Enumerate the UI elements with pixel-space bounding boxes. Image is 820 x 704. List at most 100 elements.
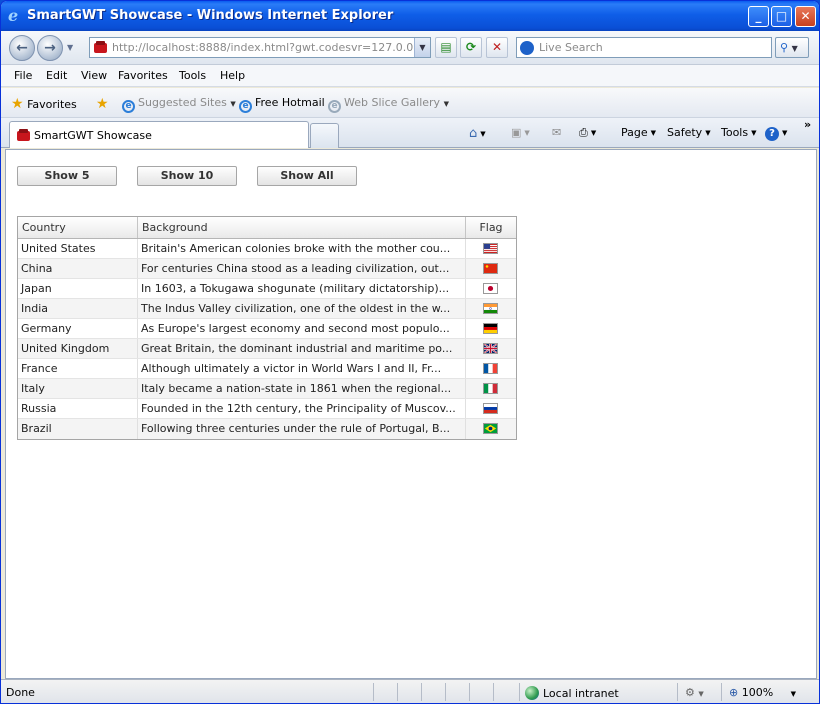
- cell-country: Russia: [18, 399, 138, 418]
- rss-feed-icon: ▣: [511, 126, 522, 139]
- lock-icon: ⚙: [685, 686, 695, 699]
- favorites-button[interactable]: ★ Favorites: [11, 96, 77, 112]
- site-favicon-icon: [17, 129, 30, 141]
- show-10-button[interactable]: Show 10: [137, 166, 237, 186]
- favorites-star-icon: ★: [11, 96, 24, 112]
- zoom-button[interactable]: ⊕ 100% ▼: [729, 686, 796, 699]
- home-button[interactable]: ⌂ ▼: [469, 126, 486, 141]
- browser-window: e SmartGWT Showcase - Windows Internet E…: [0, 0, 820, 704]
- table-row[interactable]: Japan In 1603, a Tokugawa shogunate (mili…: [18, 279, 516, 299]
- search-placeholder: Live Search: [539, 41, 603, 54]
- address-dropdown-icon[interactable]: ▼: [414, 38, 430, 57]
- flag-cn-icon: [483, 263, 498, 274]
- back-button[interactable]: ←: [9, 35, 35, 61]
- read-mail-button[interactable]: ✉: [552, 126, 561, 139]
- cell-country: India: [18, 299, 138, 318]
- new-tab-button[interactable]: [310, 123, 339, 148]
- menu-tools[interactable]: Tools: [179, 69, 206, 82]
- cell-background: The Indus Valley civilization, one of th…: [138, 299, 466, 318]
- cell-background: Great Britain, the dominant industrial a…: [138, 339, 466, 358]
- ie-logo-icon: e: [8, 7, 18, 23]
- menu-bar: File Edit View Favorites Tools Help: [1, 65, 819, 87]
- address-toolbar: ← → ▼ http://localhost:8888/index.html?g…: [1, 31, 819, 65]
- tab-smartgwt-showcase[interactable]: SmartGWT Showcase: [9, 121, 309, 148]
- safety-menu[interactable]: Safety ▼: [667, 126, 711, 139]
- home-icon: ⌂: [469, 126, 478, 141]
- more-commands-chevron[interactable]: »: [804, 118, 811, 131]
- table-row[interactable]: China For centuries China stood as a lead…: [18, 259, 516, 279]
- ie-page-icon: e: [328, 100, 341, 113]
- cell-background: Following three centuries under the rule…: [138, 419, 466, 439]
- add-to-favorites-bar-button[interactable]: ★: [96, 96, 109, 112]
- column-header-background[interactable]: Background: [138, 217, 466, 238]
- table-row[interactable]: Germany As Europe's largest economy and s…: [18, 319, 516, 339]
- cell-background: Italy became a nation-state in 1861 when…: [138, 379, 466, 398]
- search-icon: ⚲: [780, 41, 789, 54]
- menu-file[interactable]: File: [14, 69, 32, 82]
- window-title: SmartGWT Showcase - Windows Internet Exp…: [27, 8, 394, 23]
- cell-country: France: [18, 359, 138, 378]
- web-slice-gallery-link[interactable]: e Web Slice Gallery ▼: [328, 96, 449, 113]
- table-row[interactable]: Russia Founded in the 12th century, the P…: [18, 399, 516, 419]
- table-row[interactable]: Brazil Following three centuries under th…: [18, 419, 516, 439]
- table-row[interactable]: France Although ultimately a victor in Wo…: [18, 359, 516, 379]
- menu-edit[interactable]: Edit: [46, 69, 67, 82]
- table-row[interactable]: Italy Italy became a nation-state in 1861…: [18, 379, 516, 399]
- table-row[interactable]: United States Britain's American colonies…: [18, 239, 516, 259]
- show-5-button[interactable]: Show 5: [17, 166, 117, 186]
- maximize-button[interactable]: □: [771, 6, 792, 27]
- flag-br-icon: [483, 423, 498, 434]
- close-button[interactable]: ✕: [795, 6, 816, 27]
- refresh-icon[interactable]: ⟳: [460, 37, 482, 58]
- column-header-country[interactable]: Country: [18, 217, 138, 238]
- cell-flag: [466, 259, 516, 278]
- search-options-dropdown-icon[interactable]: ▼: [792, 44, 798, 53]
- favorites-bar: ★ Favorites ★ e Suggested Sites ▼ e Free H…: [1, 88, 819, 118]
- title-bar: e SmartGWT Showcase - Windows Internet E…: [1, 1, 819, 31]
- stop-icon[interactable]: ✕: [486, 37, 508, 58]
- search-input[interactable]: Live Search: [516, 37, 772, 58]
- cell-country: China: [18, 259, 138, 278]
- recent-pages-dropdown-icon[interactable]: ▼: [67, 43, 73, 52]
- minimize-button[interactable]: _: [748, 6, 769, 27]
- countries-grid: Country Background Flag United States Bri…: [17, 216, 517, 440]
- column-header-flag[interactable]: Flag: [466, 217, 516, 238]
- menu-favorites[interactable]: Favorites: [118, 69, 168, 82]
- suggested-sites-link[interactable]: e Suggested Sites ▼: [122, 96, 236, 113]
- page-menu[interactable]: Page ▼: [621, 126, 656, 139]
- site-favicon-icon: [94, 41, 107, 53]
- cell-flag: [466, 319, 516, 338]
- zoom-dropdown-icon: ▼: [790, 690, 797, 698]
- cell-country: United Kingdom: [18, 339, 138, 358]
- address-input[interactable]: http://localhost:8888/index.html?gwt.cod…: [89, 37, 431, 58]
- feeds-button[interactable]: ▣ ▼: [511, 126, 530, 139]
- flag-fr-icon: [483, 363, 498, 374]
- show-all-button[interactable]: Show All: [257, 166, 357, 186]
- tab-row: SmartGWT Showcase ⌂ ▼ ▣ ▼ ✉ ⎙ ▼ Page ▼ Safet…: [1, 118, 819, 148]
- table-row[interactable]: United Kingdom Great Britain, the dominan…: [18, 339, 516, 359]
- print-button[interactable]: ⎙ ▼: [579, 126, 596, 140]
- status-text: Done: [6, 686, 35, 699]
- menu-help[interactable]: Help: [220, 69, 245, 82]
- forward-button[interactable]: →: [37, 35, 63, 61]
- compatibility-view-icon[interactable]: ▤: [435, 37, 457, 58]
- flag-de-icon: [483, 323, 498, 334]
- tools-menu[interactable]: Tools ▼: [721, 126, 757, 139]
- cell-country: Germany: [18, 319, 138, 338]
- flag-it-icon: [483, 383, 498, 394]
- help-icon: ?: [765, 127, 779, 141]
- search-button[interactable]: ⚲ ▼: [775, 37, 809, 58]
- cell-flag: [466, 359, 516, 378]
- grid-header: Country Background Flag: [18, 217, 516, 239]
- cell-flag: [466, 239, 516, 258]
- free-hotmail-link[interactable]: e Free Hotmail: [239, 96, 325, 113]
- flag-jp-icon: [483, 283, 498, 294]
- printer-icon: ⎙: [579, 126, 588, 139]
- suggested-sites-dropdown-icon: ▼: [230, 100, 236, 108]
- protected-mode-button[interactable]: ⚙ ▼: [685, 686, 704, 699]
- flag-us-icon: [483, 243, 498, 254]
- menu-view[interactable]: View: [81, 69, 107, 82]
- help-menu[interactable]: ? ▼: [765, 126, 787, 141]
- table-row[interactable]: India The Indus Valley civilization, one …: [18, 299, 516, 319]
- web-slice-dropdown-icon: ▼: [443, 100, 449, 108]
